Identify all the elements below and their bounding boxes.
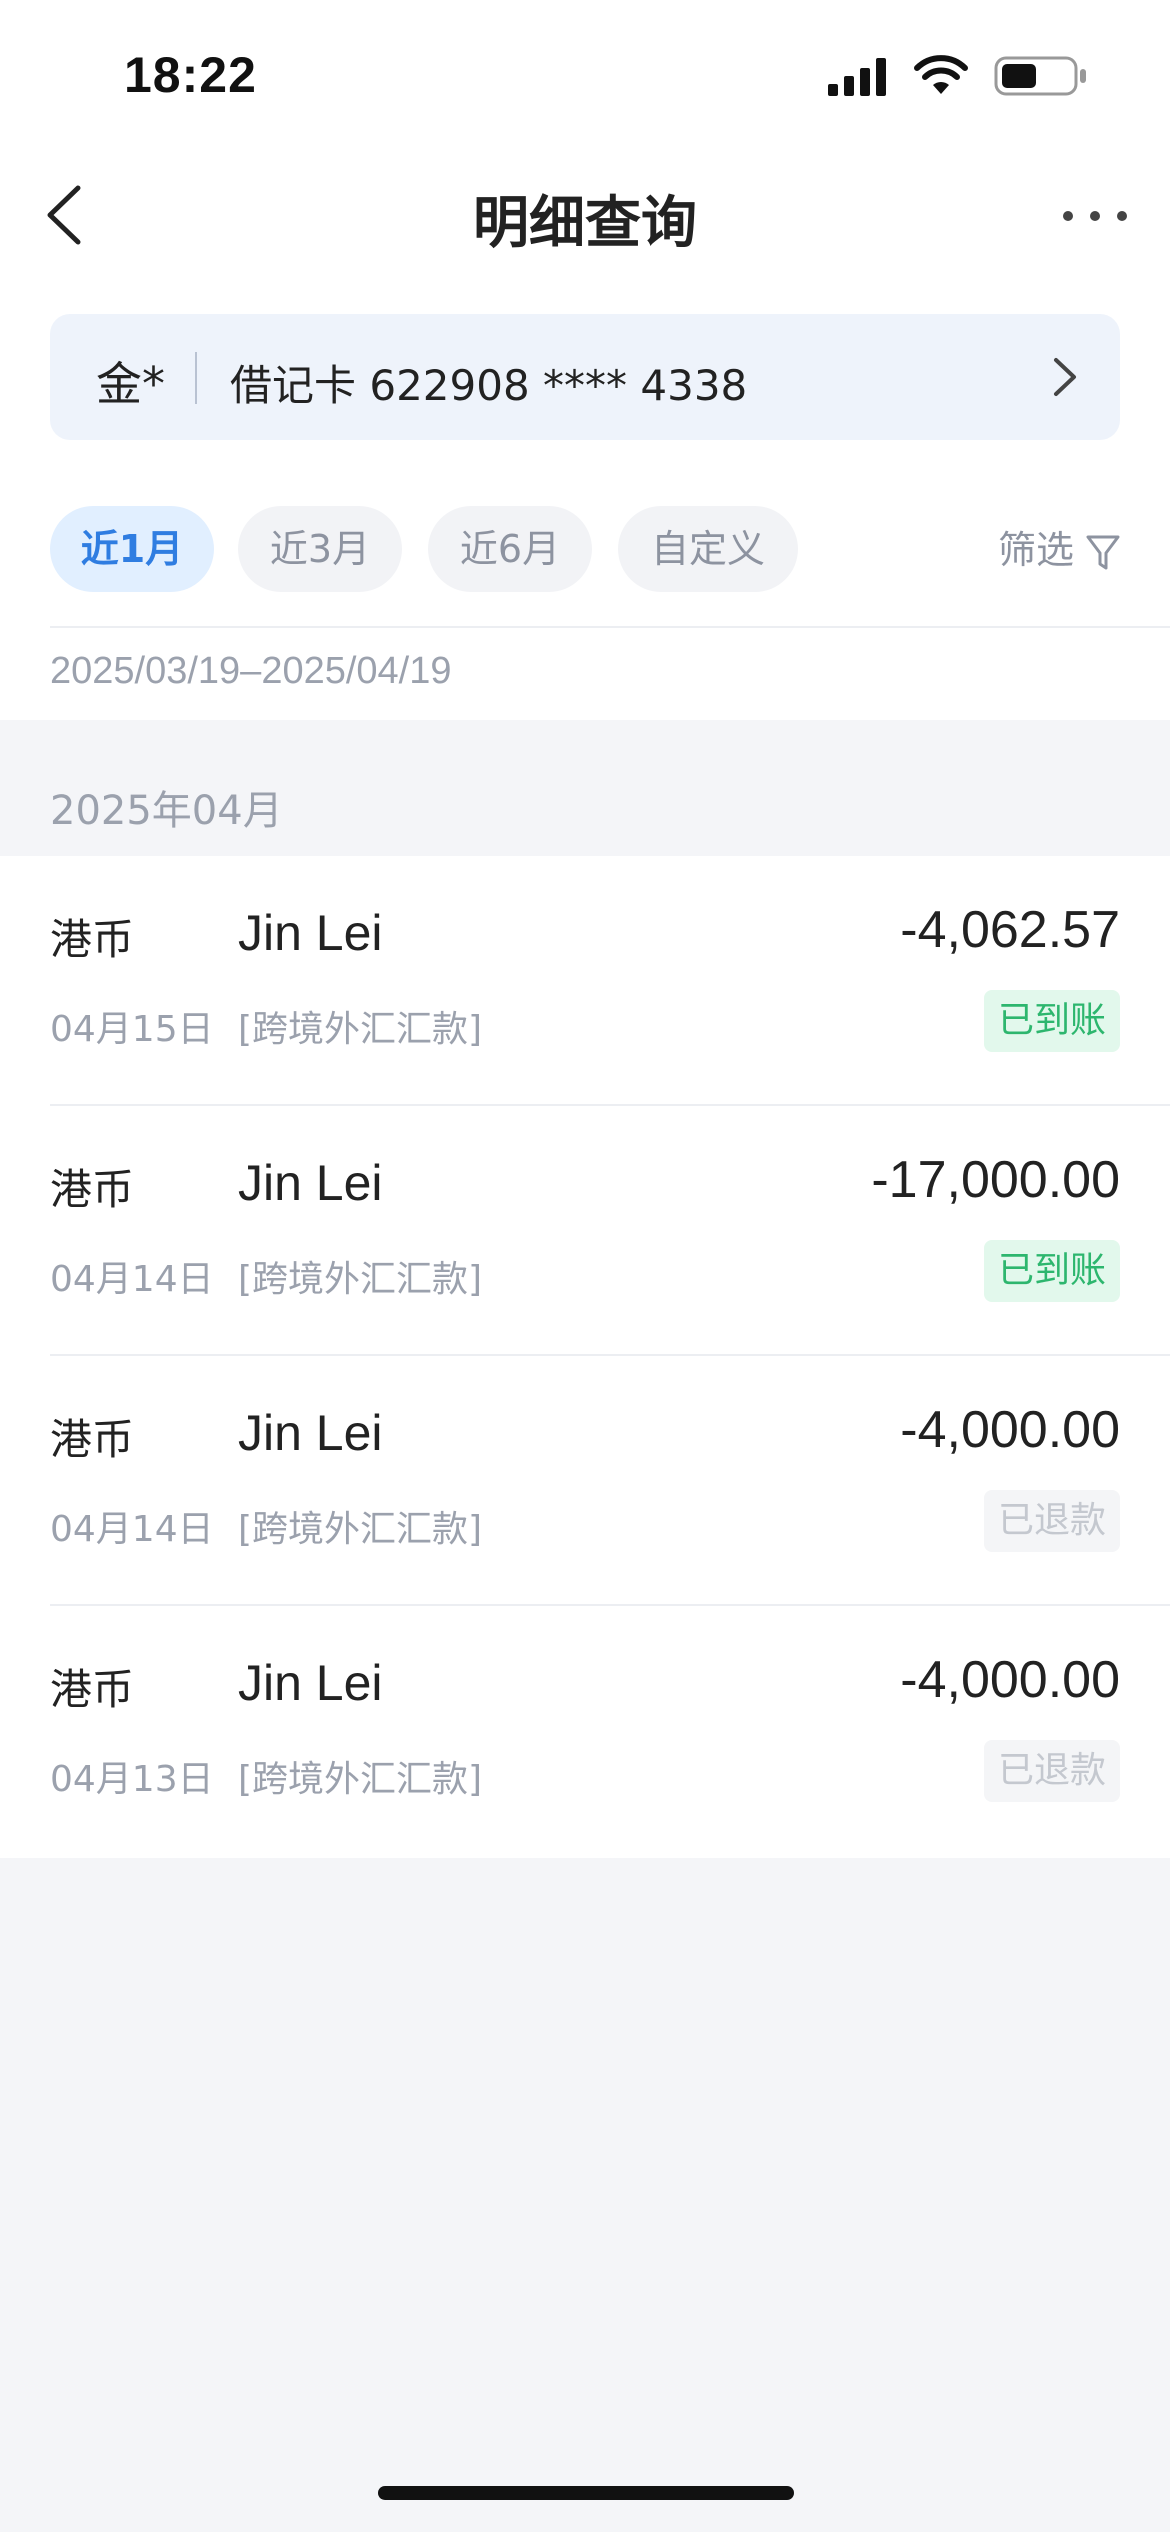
transaction-date: 04月14日 — [50, 1509, 214, 1550]
more-horizontal-icon[interactable] — [1060, 196, 1130, 236]
transaction-amount: -17,000.00 — [871, 1151, 1120, 1209]
divider — [50, 626, 1170, 628]
filter-label: 筛选 — [997, 528, 1074, 572]
transaction-status-badge: 已到账 — [983, 990, 1120, 1052]
transaction-type: [跨境外汇汇款] — [238, 1259, 483, 1300]
transaction-currency: 港币 — [50, 915, 135, 964]
transaction-row[interactable]: 港币 Jin Lei -4,062.57 04月15日 [跨境外汇汇款] 已到账 — [0, 856, 1170, 1106]
period-chip-1-month[interactable]: 近1月 — [50, 506, 214, 592]
transaction-amount: -4,000.00 — [900, 1651, 1120, 1709]
transaction-status-badge: 已退款 — [983, 1740, 1120, 1802]
transaction-type: [跨境外汇汇款] — [238, 1759, 483, 1800]
filter-button[interactable]: 筛选 — [998, 520, 1120, 580]
transaction-counterparty: Jin Lei — [238, 1655, 383, 1711]
transaction-date: 04月13日 — [50, 1759, 214, 1800]
transaction-row[interactable]: 港币 Jin Lei -4,000.00 04月14日 [跨境外汇汇款] 已退款 — [0, 1356, 1170, 1606]
transaction-row[interactable]: 港币 Jin Lei -4,000.00 04月13日 [跨境外汇汇款] 已退款 — [0, 1606, 1170, 1858]
battery-icon — [994, 56, 1086, 96]
transaction-list: 港币 Jin Lei -4,062.57 04月15日 [跨境外汇汇款] 已到账… — [0, 856, 1170, 1858]
home-indicator[interactable] — [378, 2486, 794, 2500]
transaction-date: 04月14日 — [50, 1259, 214, 1300]
transaction-counterparty: Jin Lei — [238, 1155, 383, 1211]
account-divider — [195, 352, 197, 404]
cellular-signal-icon — [828, 58, 886, 96]
period-chip-3-months[interactable]: 近3月 — [238, 506, 402, 592]
transaction-type: [跨境外汇汇款] — [238, 1009, 483, 1050]
transaction-counterparty: Jin Lei — [238, 905, 383, 961]
transaction-status-badge: 已退款 — [983, 1490, 1120, 1552]
period-chip-custom[interactable]: 自定义 — [618, 506, 798, 592]
account-selector-card[interactable]: 金* 借记卡 622908 **** 4338 — [50, 314, 1120, 440]
transaction-row[interactable]: 港币 Jin Lei -17,000.00 04月14日 [跨境外汇汇款] 已到… — [0, 1106, 1170, 1356]
account-holder-name: 金* — [96, 357, 165, 411]
transaction-type: [跨境外汇汇款] — [238, 1509, 483, 1550]
transaction-status-badge: 已到账 — [983, 1240, 1120, 1302]
transaction-date: 04月15日 — [50, 1009, 214, 1050]
date-range-text: 2025/03/19–2025/04/19 — [50, 650, 452, 692]
chevron-right-icon — [1054, 358, 1076, 396]
transaction-currency: 港币 — [50, 1165, 135, 1214]
wifi-icon — [914, 55, 968, 94]
month-group-header: 2025年04月 — [50, 788, 283, 834]
transaction-currency: 港币 — [50, 1415, 135, 1464]
filter-funnel-icon — [1086, 535, 1120, 569]
period-chip-6-months[interactable]: 近6月 — [428, 506, 592, 592]
transaction-amount: -4,062.57 — [900, 901, 1120, 959]
account-card-number: 借记卡 622908 **** 4338 — [230, 361, 748, 410]
transaction-currency: 港币 — [50, 1665, 135, 1714]
page-title: 明细查询 — [473, 191, 697, 256]
status-icons — [828, 52, 1088, 100]
transaction-counterparty: Jin Lei — [238, 1405, 383, 1461]
status-time: 18:22 — [124, 47, 257, 103]
transaction-amount: -4,000.00 — [900, 1401, 1120, 1459]
